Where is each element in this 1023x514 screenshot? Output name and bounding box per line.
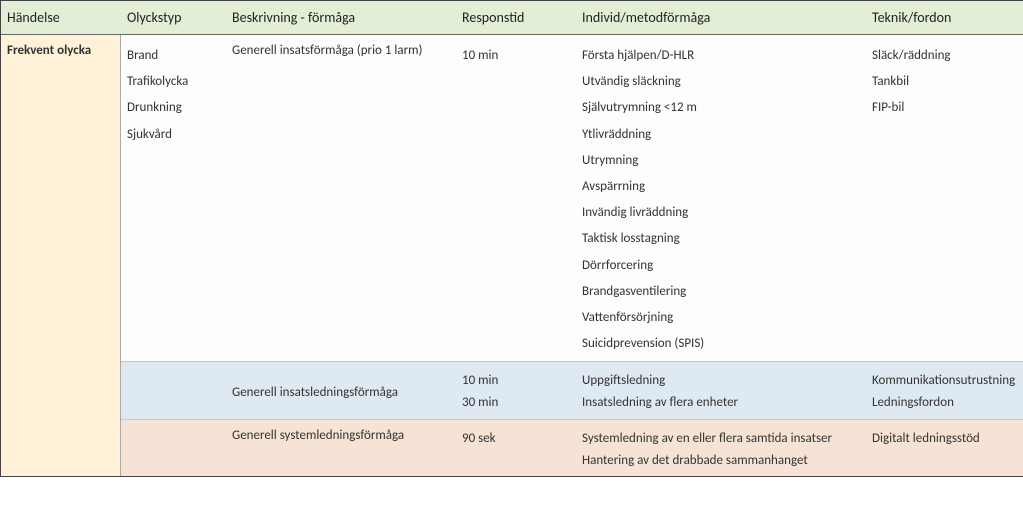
individ-item: Självutrymning <12 m <box>582 95 860 121</box>
individ-item: Utrymning <box>582 148 860 174</box>
individ-item: Insatsledning av flera enheter <box>582 392 860 414</box>
header-individ: Individ/metodförmåga <box>576 1 866 34</box>
beskrivning-c: Generell systemledningsförmåga <box>226 420 456 476</box>
section-insatsformaga: Brand Trafikolycka Drunkning Sjukvård Ge… <box>121 35 1023 361</box>
olyckstyp-empty-c <box>121 420 226 476</box>
beskrivning-b: Generell insatsledningsförmåga <box>226 362 456 418</box>
individ-item: Uppgiftsledning <box>582 370 860 392</box>
responstid-b: 10 min 30 min <box>456 362 576 418</box>
header-responstid: Responstid <box>456 1 576 34</box>
responstid-item: 30 min <box>462 392 570 414</box>
teknik-item: Digitalt ledningsstöd <box>872 428 1020 450</box>
teknik-a: Släck/räddning Tankbil FIP-bil <box>866 35 1023 361</box>
individ-item: Första hjälpen/D-HLR <box>582 43 860 69</box>
olyckstyp-list: Brand Trafikolycka Drunkning Sjukvård <box>121 35 226 361</box>
event-column: Frekvent olycka <box>1 35 121 476</box>
olyckstyp-item: Sjukvård <box>127 122 220 148</box>
teknik-item: FIP-bil <box>872 95 1020 121</box>
olyckstyp-item: Drunkning <box>127 95 220 121</box>
individ-item: Ytlivräddning <box>582 122 860 148</box>
individ-item: Utvändig släckning <box>582 69 860 95</box>
responstid-item: 90 sek <box>462 428 570 450</box>
header-olyckstyp: Olyckstyp <box>121 1 226 34</box>
teknik-item: Släck/räddning <box>872 43 1020 69</box>
teknik-c: Digitalt ledningsstöd <box>866 420 1023 476</box>
section-insatsledning: Generell insatsledningsförmåga 10 min 30… <box>121 361 1023 418</box>
individ-item: Vattenförsörjning <box>582 305 860 331</box>
individ-item: Taktisk losstagning <box>582 226 860 252</box>
responstid-a: 10 min <box>456 35 576 361</box>
teknik-item: Ledningsfordon <box>872 392 1020 414</box>
header-beskrivning: Beskrivning - förmåga <box>226 1 456 34</box>
responstid-item: 10 min <box>462 43 570 69</box>
individ-item: Invändig livräddning <box>582 200 860 226</box>
individ-item: Hantering av det drabbade sammanhanget <box>582 450 860 472</box>
table-body: Frekvent olycka Brand Trafikolycka Drunk… <box>1 35 1023 476</box>
section-systemledning: Generell systemledningsförmåga 90 sek Sy… <box>121 419 1023 476</box>
individ-c: Systemledning av en eller flera samtida … <box>576 420 866 476</box>
header-handelse: Händelse <box>1 1 121 34</box>
olyckstyp-item: Brand <box>127 43 220 69</box>
individ-b: Uppgiftsledning Insatsledning av flera e… <box>576 362 866 418</box>
details-column: Brand Trafikolycka Drunkning Sjukvård Ge… <box>121 35 1023 476</box>
olyckstyp-empty-b <box>121 362 226 418</box>
individ-item: Brandgasventilering <box>582 279 860 305</box>
individ-a: Första hjälpen/D-HLR Utvändig släckning … <box>576 35 866 361</box>
teknik-item: Tankbil <box>872 69 1020 95</box>
responstid-item: 10 min <box>462 370 570 392</box>
individ-item: Systemledning av en eller flera samtida … <box>582 428 860 450</box>
olyckstyp-item: Trafikolycka <box>127 69 220 95</box>
header-teknik: Teknik/fordon <box>866 1 1023 34</box>
event-label: Frekvent olycka <box>7 43 91 58</box>
individ-item: Dörrforcering <box>582 253 860 279</box>
individ-item: Avspärrning <box>582 174 860 200</box>
teknik-b: Kommunikationsutrustning Ledningsfordon <box>866 362 1023 418</box>
capability-table: Händelse Olyckstyp Beskrivning - förmåga… <box>0 0 1023 477</box>
teknik-item: Kommunikationsutrustning <box>872 370 1020 392</box>
table-header-row: Händelse Olyckstyp Beskrivning - förmåga… <box>1 1 1023 35</box>
responstid-c: 90 sek <box>456 420 576 476</box>
beskrivning-a: Generell insatsförmåga (prio 1 larm) <box>226 35 456 361</box>
individ-item: Suicidprevension (SPIS) <box>582 331 860 357</box>
